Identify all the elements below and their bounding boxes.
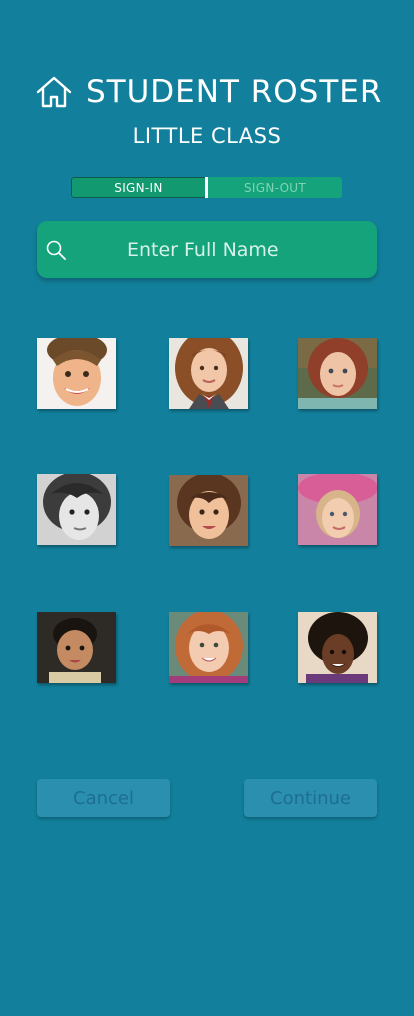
page-title: STUDENT ROSTER — [86, 74, 383, 110]
search-input[interactable] — [127, 238, 367, 261]
student-photo-7[interactable] — [37, 612, 116, 683]
home-icon[interactable] — [36, 74, 72, 110]
student-photo-5[interactable] — [169, 475, 248, 546]
student-photo-2[interactable] — [169, 338, 248, 409]
class-name: LITTLE CLASS — [132, 124, 282, 148]
student-photo-6[interactable] — [298, 474, 377, 545]
student-photo-3[interactable] — [298, 338, 377, 409]
search-icon — [45, 239, 67, 261]
search-box — [37, 221, 377, 278]
toggle-sign-in[interactable]: SIGN-IN — [71, 177, 205, 198]
cancel-button[interactable]: Cancel — [37, 779, 170, 817]
student-photo-1[interactable] — [37, 338, 116, 409]
student-photo-9[interactable] — [298, 612, 377, 683]
page-header: STUDENT ROSTER — [36, 70, 396, 114]
toggle-sign-out[interactable]: SIGN-OUT — [208, 177, 342, 198]
student-photo-4[interactable] — [37, 474, 116, 545]
sign-toggle: SIGN-IN SIGN-OUT — [71, 177, 342, 198]
student-photo-8[interactable] — [169, 612, 248, 683]
continue-button[interactable]: Continue — [244, 779, 377, 817]
